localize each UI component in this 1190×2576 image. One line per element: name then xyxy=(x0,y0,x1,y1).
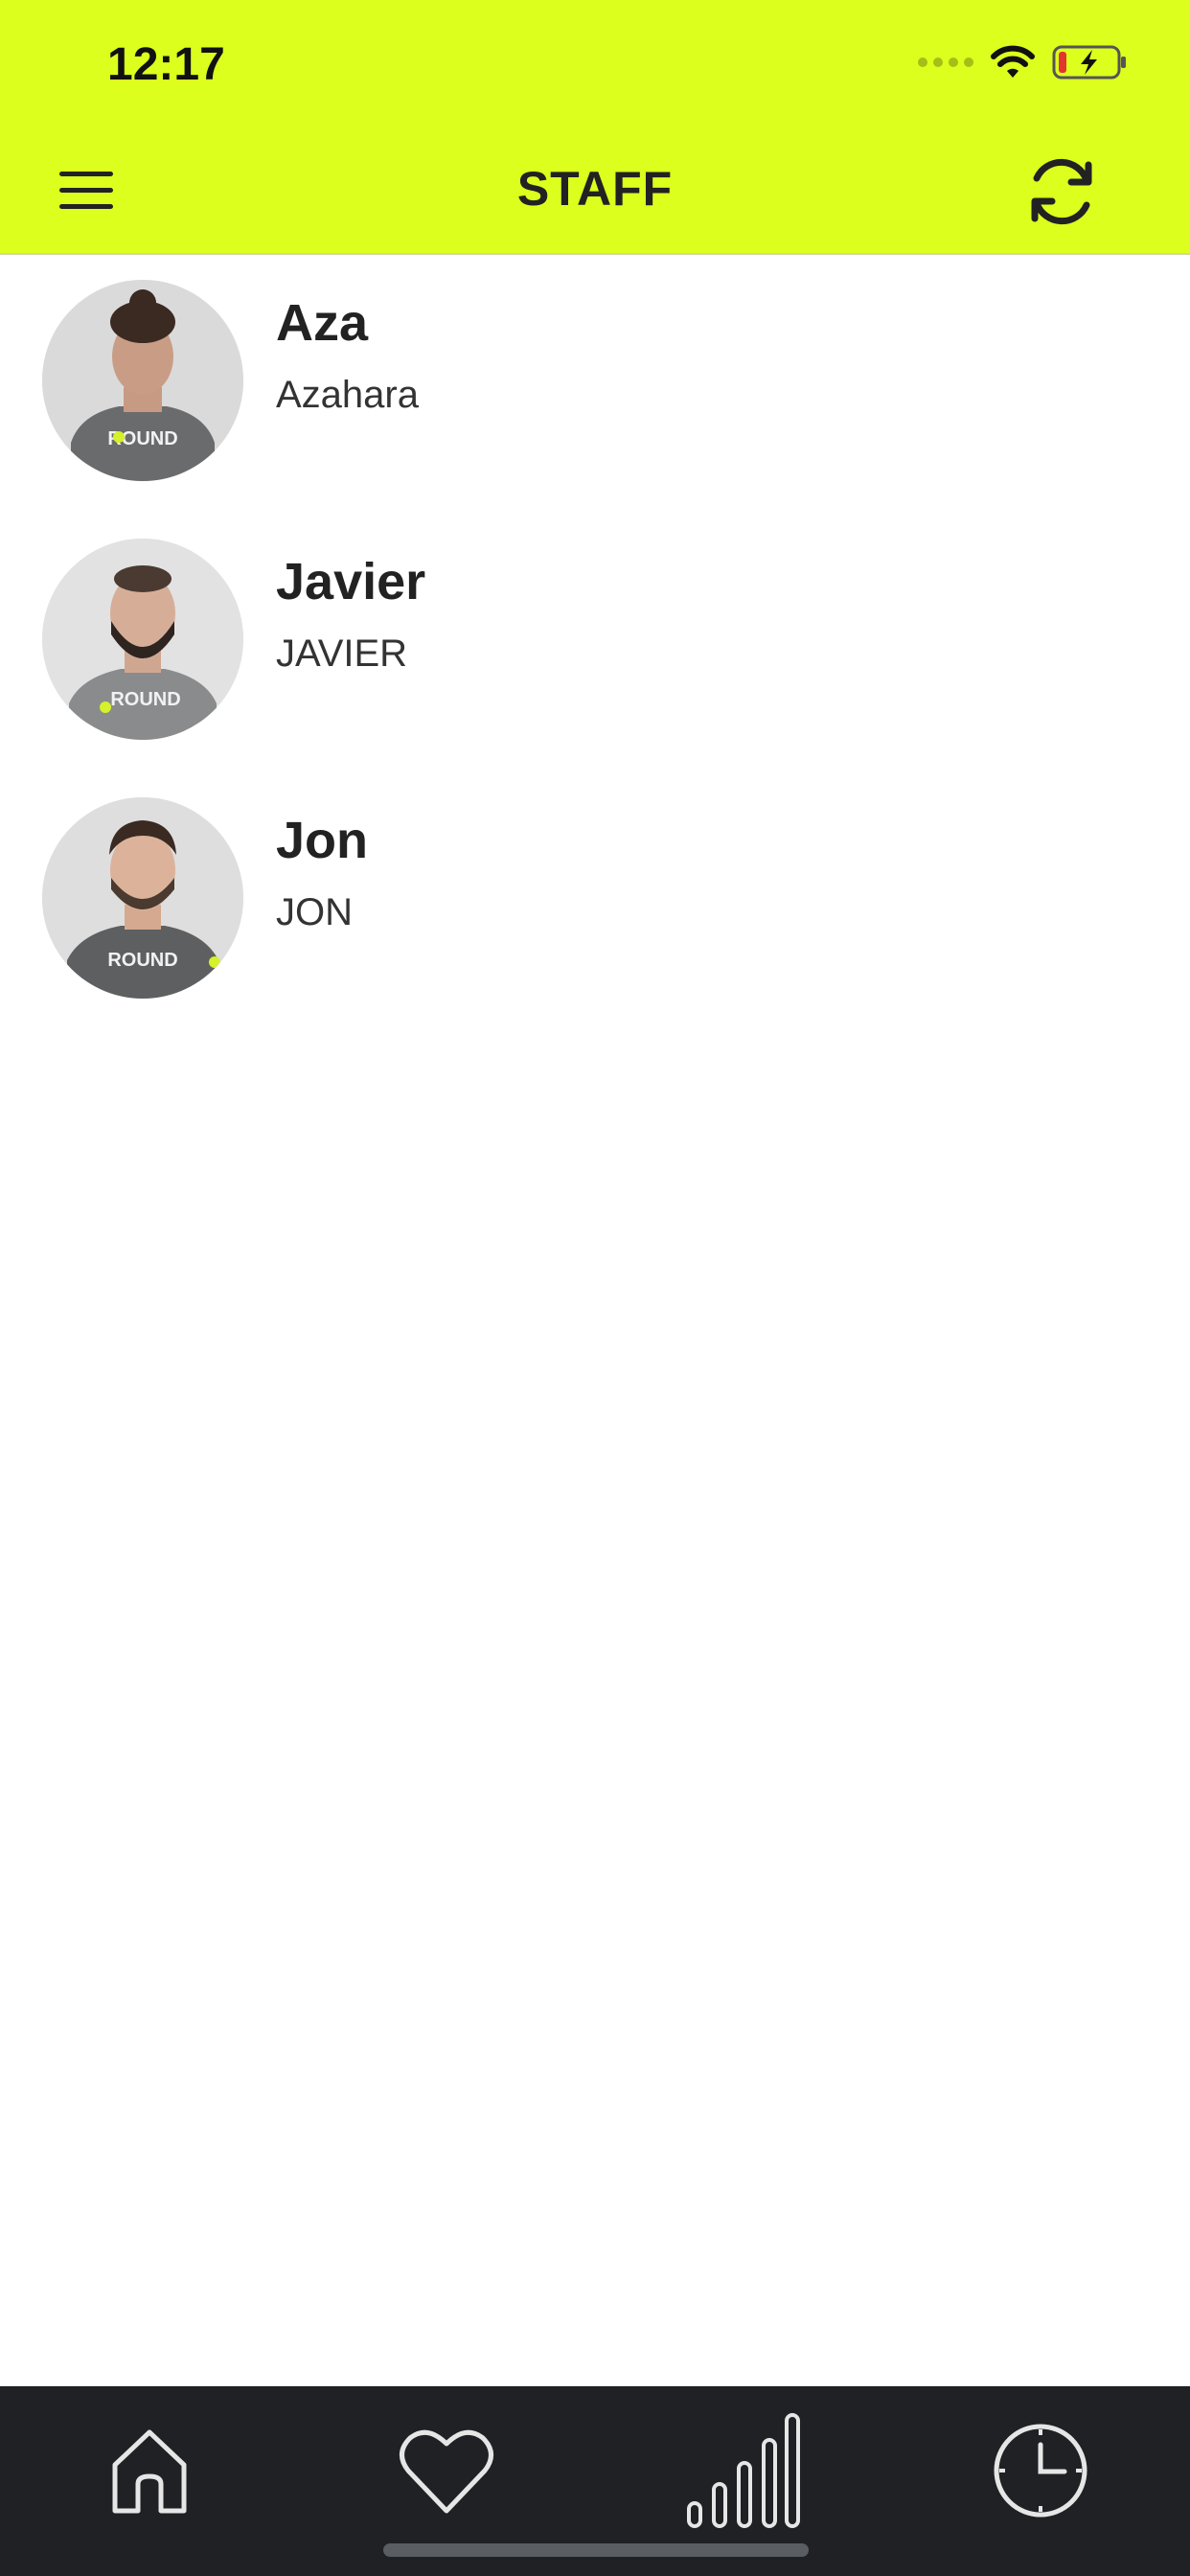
wifi-icon xyxy=(991,45,1035,78)
staff-name: Jon xyxy=(276,812,369,869)
tab-history[interactable] xyxy=(983,2413,1098,2528)
staff-name: Aza xyxy=(276,294,369,352)
avatar: ROUND xyxy=(42,280,243,481)
cellular-signal-icon xyxy=(918,58,973,67)
status-indicators xyxy=(918,38,1129,86)
shirt-logo: ROUND xyxy=(107,950,177,971)
staff-row-jon[interactable]: ROUND Jon JON xyxy=(0,772,1190,1031)
tab-stats[interactable] xyxy=(682,2413,807,2528)
staff-screen: 12:17 STAFF ROUND Aza Azahara ROUND Javi… xyxy=(0,0,1190,2576)
tab-favorites[interactable] xyxy=(389,2413,504,2528)
staff-list: ROUND Aza Azahara ROUND Javier JAVIER RO… xyxy=(0,255,1190,1031)
status-time: 12:17 xyxy=(107,39,225,90)
header: 12:17 STAFF xyxy=(0,0,1190,255)
staff-name: Javier xyxy=(276,553,426,610)
staff-row-aza[interactable]: ROUND Aza Azahara xyxy=(0,255,1190,514)
avatar: ROUND xyxy=(42,539,243,740)
tab-home[interactable] xyxy=(92,2413,207,2528)
clock-icon xyxy=(994,2424,1087,2518)
staff-full-name: JAVIER xyxy=(276,632,408,675)
staff-full-name: JON xyxy=(276,891,353,933)
shirt-logo: ROUND xyxy=(110,689,180,710)
staff-full-name: Azahara xyxy=(276,374,419,416)
heart-icon xyxy=(400,2429,493,2514)
signal-bars-icon xyxy=(687,2413,800,2528)
avatar: ROUND xyxy=(42,797,243,999)
page-title: STAFF xyxy=(516,162,674,216)
bottom-tab-bar xyxy=(0,2386,1190,2576)
home-icon xyxy=(112,2429,187,2514)
staff-row-javier[interactable]: ROUND Javier JAVIER xyxy=(0,514,1190,772)
refresh-icon[interactable] xyxy=(1021,151,1102,232)
home-indicator[interactable] xyxy=(383,2543,809,2557)
battery-charging-icon xyxy=(1052,45,1126,80)
